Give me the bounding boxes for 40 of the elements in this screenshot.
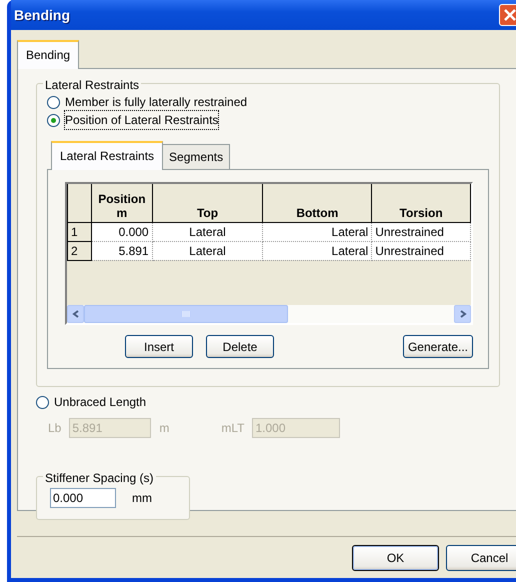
- table-cell: Unrestrained: [372, 222, 470, 241]
- data-grid[interactable]: Position m Top Bottom Torsion 1 0.000 Lateral Lateral Unrestrained 2 5.891 Lateral Lateral Unrestrained: [65, 182, 473, 325]
- column-header[interactable]: Position m: [92, 184, 152, 222]
- table-cell: Unrestrained: [372, 241, 470, 260]
- radio-button[interactable]: [47, 114, 60, 126]
- field-label: Lb: [48, 420, 62, 437]
- row-number: 1: [68, 222, 92, 241]
- table-cell: Lateral: [152, 241, 263, 260]
- radio-label[interactable]: Unbraced Length: [54, 393, 146, 411]
- column-header[interactable]: Bottom: [262, 184, 372, 222]
- insert-button[interactable]: Insert: [125, 335, 193, 358]
- spacing-field[interactable]: 0.000: [50, 488, 116, 508]
- field-label: mLT: [221, 420, 244, 437]
- tab[interactable]: Bending: [17, 40, 80, 69]
- radio-label[interactable]: Position of Lateral Restraints: [65, 111, 218, 129]
- tab[interactable]: Segments: [162, 144, 230, 169]
- row-number: 2: [68, 241, 92, 260]
- delete-button[interactable]: Delete: [206, 335, 274, 358]
- table-cell: Lateral: [262, 222, 372, 241]
- scroll-right-icon[interactable]: [454, 305, 471, 323]
- cancel-button[interactable]: Cancel: [446, 544, 516, 570]
- scroll-left-icon[interactable]: [67, 305, 84, 323]
- ok-button[interactable]: OK: [352, 544, 439, 570]
- table-cell: Lateral: [262, 241, 372, 260]
- column-header[interactable]: Top: [152, 184, 263, 222]
- table-cell: 5.891: [92, 241, 152, 260]
- radio-button[interactable]: [47, 96, 60, 108]
- scrollbar-thumb[interactable]: [84, 305, 288, 323]
- close-icon[interactable]: [499, 4, 516, 26]
- window-title: Bending: [14, 6, 70, 25]
- radio-button[interactable]: [36, 396, 49, 408]
- table-cell: 0.000: [92, 222, 152, 241]
- radio-label[interactable]: Member is fully laterally restrained: [65, 93, 248, 111]
- table-cell: Lateral: [152, 222, 263, 241]
- column-header[interactable]: Torsion: [372, 184, 470, 222]
- generate-button[interactable]: Generate...: [403, 335, 473, 358]
- tab[interactable]: Lateral Restraints: [51, 141, 164, 170]
- horizontal-scrollbar[interactable]: [67, 305, 471, 323]
- unit-label: mm: [132, 490, 152, 507]
- unit-label: m: [159, 420, 170, 437]
